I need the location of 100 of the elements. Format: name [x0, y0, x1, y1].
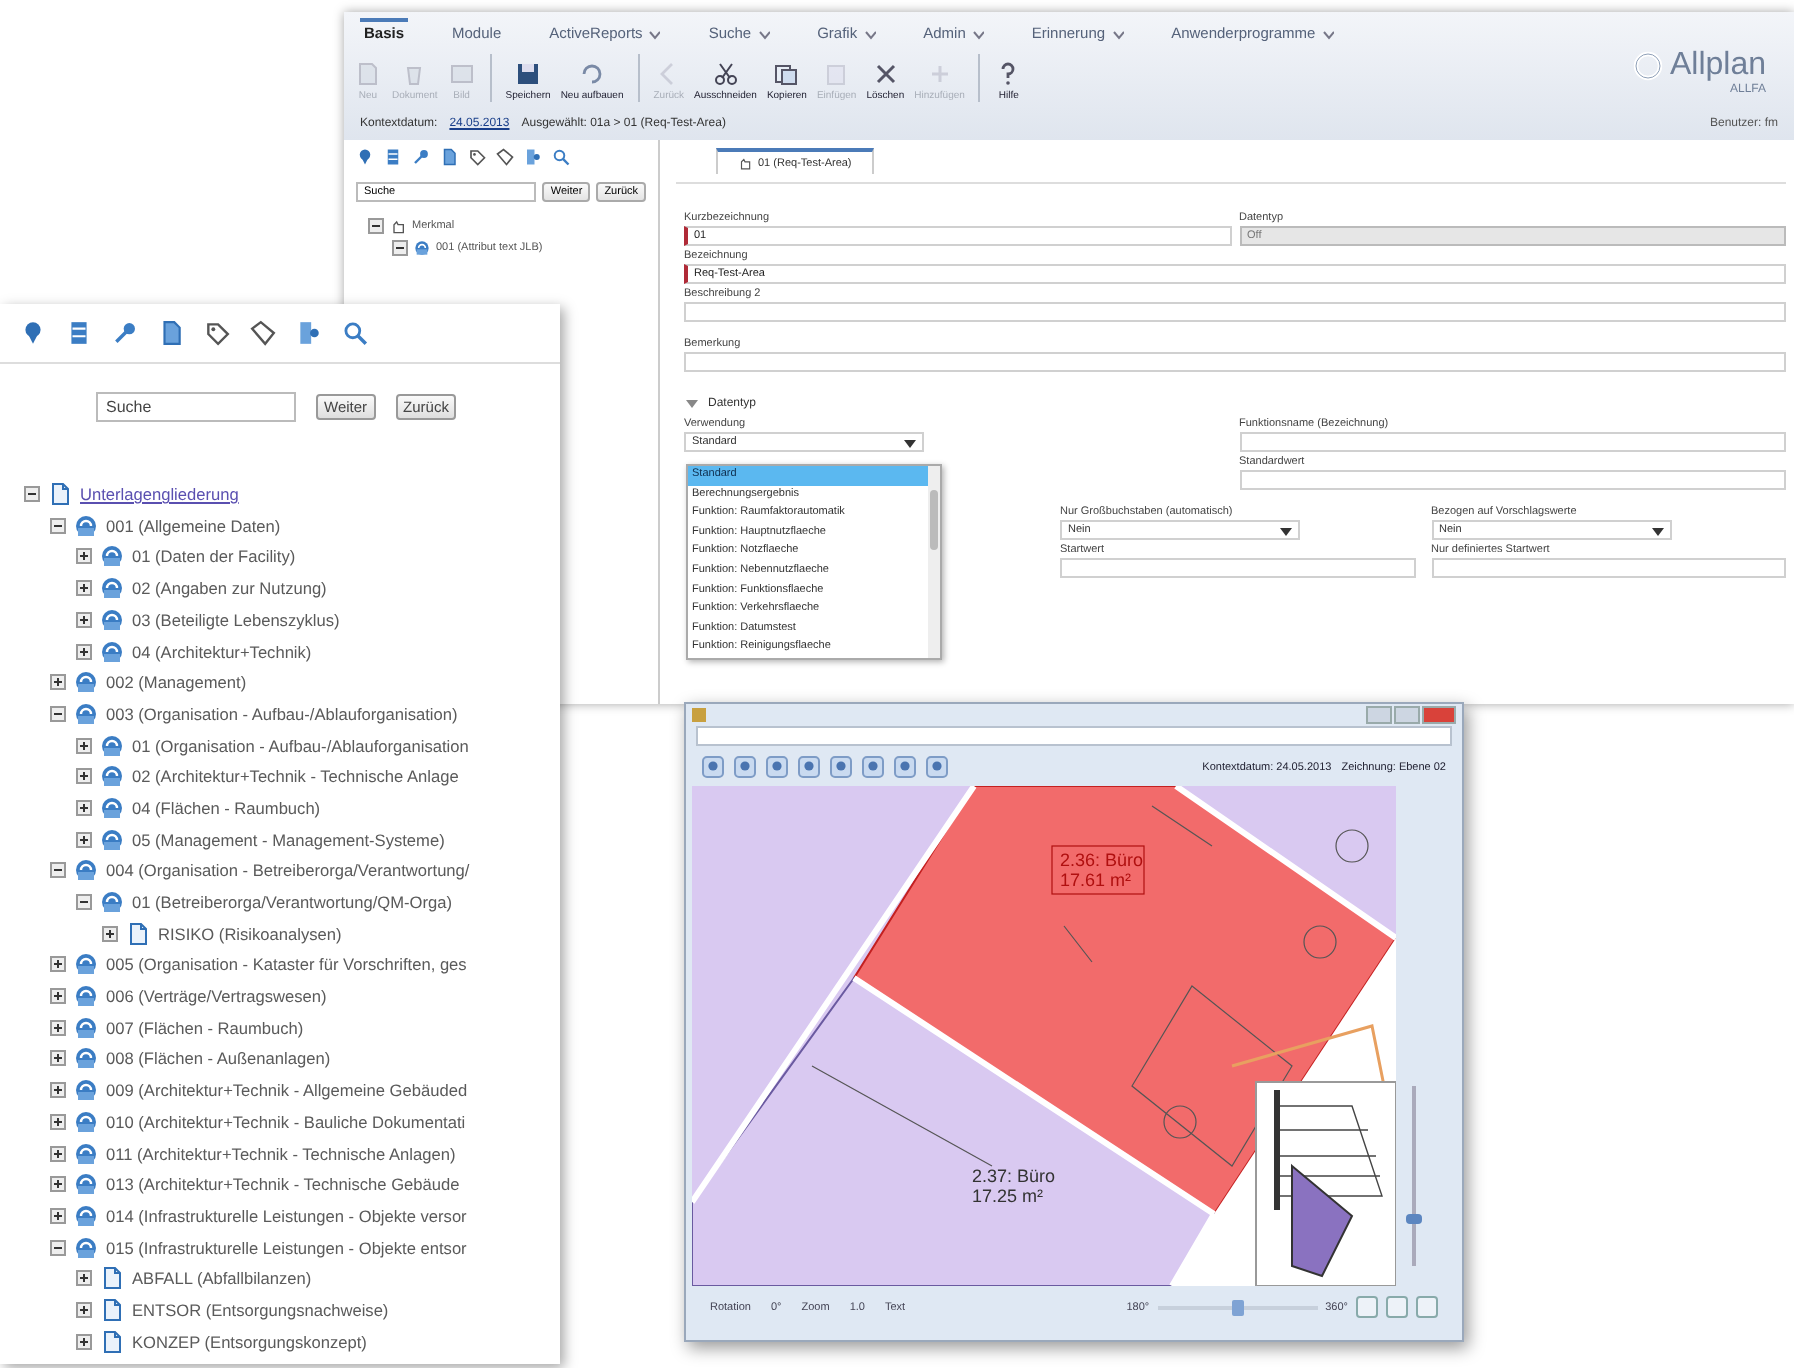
tree-item[interactable]: 005 (Organisation - Kataster für Vorschriften, ges — [106, 954, 467, 975]
minimap-drawing[interactable] — [1255, 1081, 1396, 1286]
close-button[interactable] — [1422, 705, 1456, 723]
expand-toggle[interactable] — [76, 548, 92, 565]
expand-toggle[interactable] — [50, 1145, 66, 1162]
collapse-toggle[interactable] — [368, 218, 384, 234]
folder-globe-icon — [100, 890, 124, 915]
expand-toggle[interactable] — [76, 1301, 92, 1318]
cabinet-icon[interactable] — [66, 320, 92, 346]
caret-icon[interactable] — [1649, 523, 1663, 537]
input-field[interactable] — [1239, 432, 1786, 452]
expand-toggle[interactable] — [50, 1176, 66, 1193]
expand-toggle[interactable] — [76, 1270, 92, 1287]
slider-thumb[interactable] — [1231, 1299, 1244, 1315]
tree-item[interactable]: 01 (Organisation - Aufbau-/Ablauforganisation — [132, 735, 469, 756]
tree-item[interactable]: 007 (Flächen - Raumbuch) — [106, 1017, 304, 1038]
scrollbar[interactable] — [928, 466, 940, 658]
collapse-arrow-icon[interactable] — [684, 396, 698, 410]
tree-item[interactable]: 010 (Architektur+Technik - Bauliche Dokumentati — [106, 1111, 466, 1132]
collapse-toggle[interactable] — [50, 1239, 66, 1256]
expand-toggle[interactable] — [76, 831, 92, 848]
tree-item[interactable]: 011 (Architektur+Technik - Technische Anlagen) — [106, 1143, 456, 1164]
room-name: 2.37: Büro — [972, 1166, 1056, 1186]
room-area[interactable] — [692, 976, 1216, 1286]
folder-globe-icon — [100, 733, 124, 758]
tree-item[interactable]: 001 (Allgemeine Daten) — [106, 515, 281, 536]
tree-item[interactable]: RISIKO (Risikoanalysen) — [158, 923, 342, 944]
tree-item[interactable]: 01 (Betreiberorga/Verantwortung/QM-Orga) — [132, 892, 453, 913]
slider-thumb[interactable] — [1406, 1213, 1422, 1224]
tag-icon[interactable] — [204, 320, 230, 346]
ring-logo-icon — [1631, 50, 1664, 82]
expand-toggle[interactable] — [50, 956, 66, 973]
document-icon[interactable] — [440, 148, 458, 166]
tag-icon[interactable] — [250, 320, 276, 346]
tree-item[interactable]: 008 (Flächen - Außenanlagen) — [106, 1048, 331, 1069]
collapse-toggle[interactable] — [50, 862, 66, 879]
folder-globe-icon — [74, 1015, 98, 1040]
input-field[interactable] — [1239, 470, 1786, 490]
document-user-icon[interactable] — [296, 320, 322, 346]
expand-toggle[interactable] — [76, 737, 92, 754]
expand-toggle[interactable] — [50, 1113, 66, 1130]
collapse-toggle[interactable] — [24, 486, 40, 503]
search-icon[interactable] — [552, 148, 570, 166]
expand-toggle[interactable] — [50, 1207, 66, 1224]
search-icon[interactable] — [342, 320, 368, 346]
room-area[interactable] — [852, 786, 1396, 1216]
expand-toggle[interactable] — [102, 925, 118, 942]
collapse-toggle[interactable] — [392, 240, 408, 256]
document-icon — [100, 1266, 124, 1291]
folder-globe-icon — [74, 1203, 98, 1228]
tree-item[interactable]: 02 (Angaben zur Nutzung) — [132, 578, 327, 599]
expand-toggle[interactable] — [76, 580, 92, 597]
key-icon[interactable] — [412, 148, 430, 166]
expand-toggle[interactable] — [76, 643, 92, 660]
tree-item[interactable]: 009 (Architektur+Technik - Allgemeine Gebäuded — [106, 1080, 468, 1101]
key-icon[interactable] — [112, 320, 138, 346]
tree-item[interactable]: 04 (Flächen - Raumbuch) — [132, 797, 321, 818]
tree-item[interactable]: 006 (Verträge/Vertragswesen) — [106, 986, 327, 1007]
input-field[interactable] — [1060, 558, 1415, 578]
tree-item[interactable]: 014 (Infrastrukturelle Leistungen - Objekte versor — [106, 1205, 467, 1226]
floor-plan[interactable]: 2.36: Büro 17.61 m² 2.37: Büro 17.25 m² — [692, 786, 1396, 1286]
expand-toggle[interactable] — [76, 1333, 92, 1350]
input-field[interactable] — [1431, 558, 1786, 578]
collapse-toggle[interactable] — [76, 894, 92, 911]
cabinet-icon[interactable] — [384, 148, 402, 166]
tree-item[interactable]: 003 (Organisation - Aufbau-/Ablauforganisation) — [106, 703, 458, 724]
expand-toggle[interactable] — [76, 768, 92, 785]
tree-item[interactable]: ABFALL (Abfallbilanzen) — [132, 1268, 312, 1289]
input-field[interactable] — [684, 302, 1786, 322]
caret-icon[interactable] — [902, 435, 916, 449]
document-icon[interactable] — [158, 320, 184, 346]
search-field[interactable]: Suche — [96, 392, 296, 422]
collapse-toggle[interactable] — [50, 517, 66, 534]
document-user-icon[interactable] — [524, 148, 542, 166]
expand-toggle[interactable] — [50, 1050, 66, 1067]
expand-toggle[interactable] — [50, 988, 66, 1005]
tree-item[interactable]: 02 (Architektur+Technik - Technische Anlage — [132, 766, 459, 787]
collapse-toggle[interactable] — [50, 705, 66, 722]
expand-toggle[interactable] — [50, 1019, 66, 1036]
tree-item[interactable]: 01 (Daten der Facility) — [132, 546, 296, 567]
tag-icon[interactable] — [496, 148, 514, 166]
tree-item[interactable]: 04 (Architektur+Technik) — [132, 641, 312, 662]
pin-icon[interactable] — [356, 148, 374, 166]
tree-item[interactable]: 002 (Management) — [106, 672, 247, 693]
expand-toggle[interactable] — [50, 1082, 66, 1099]
pin-icon[interactable] — [20, 320, 46, 346]
expand-toggle[interactable] — [76, 799, 92, 816]
expand-toggle[interactable] — [50, 674, 66, 691]
input-field[interactable] — [684, 352, 1786, 372]
tree-item[interactable]: Unterlagengliederung — [80, 484, 239, 505]
tree-item[interactable]: 05 (Management - Management-Systeme) — [132, 829, 445, 850]
tree-item[interactable]: KONZEP (Entsorgungskonzept) — [132, 1331, 367, 1352]
tree-item[interactable]: 015 (Infrastrukturelle Leistungen - Objekte entsor — [106, 1237, 467, 1258]
tree-item[interactable]: 004 (Organisation - Betreiberorga/Verantwortung/ — [106, 860, 470, 881]
tree-item[interactable]: 013 (Architektur+Technik - Technische Gebäude — [106, 1174, 460, 1195]
expand-toggle[interactable] — [76, 611, 92, 628]
tag-icon[interactable] — [468, 148, 486, 166]
tree-item[interactable]: 03 (Beteiligte Lebenszyklus) — [132, 609, 340, 630]
tree-item[interactable]: ENTSOR (Entsorgungsnachweise) — [132, 1299, 389, 1320]
caret-icon[interactable] — [1278, 523, 1292, 537]
